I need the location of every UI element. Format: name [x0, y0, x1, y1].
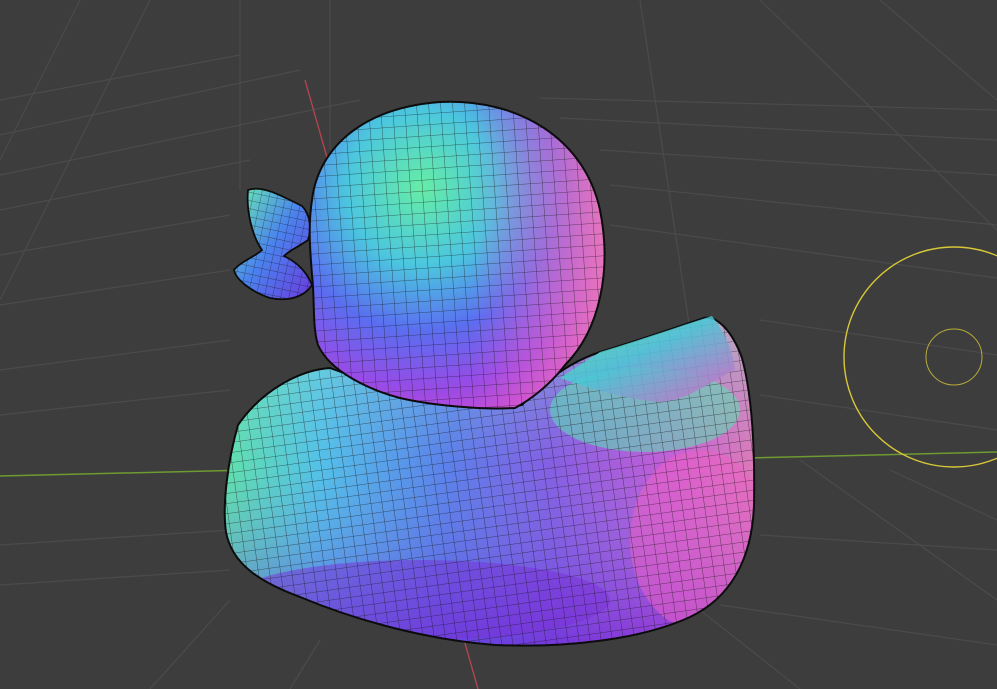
- 3d-viewport[interactable]: [0, 0, 997, 689]
- duck-head: [308, 100, 606, 410]
